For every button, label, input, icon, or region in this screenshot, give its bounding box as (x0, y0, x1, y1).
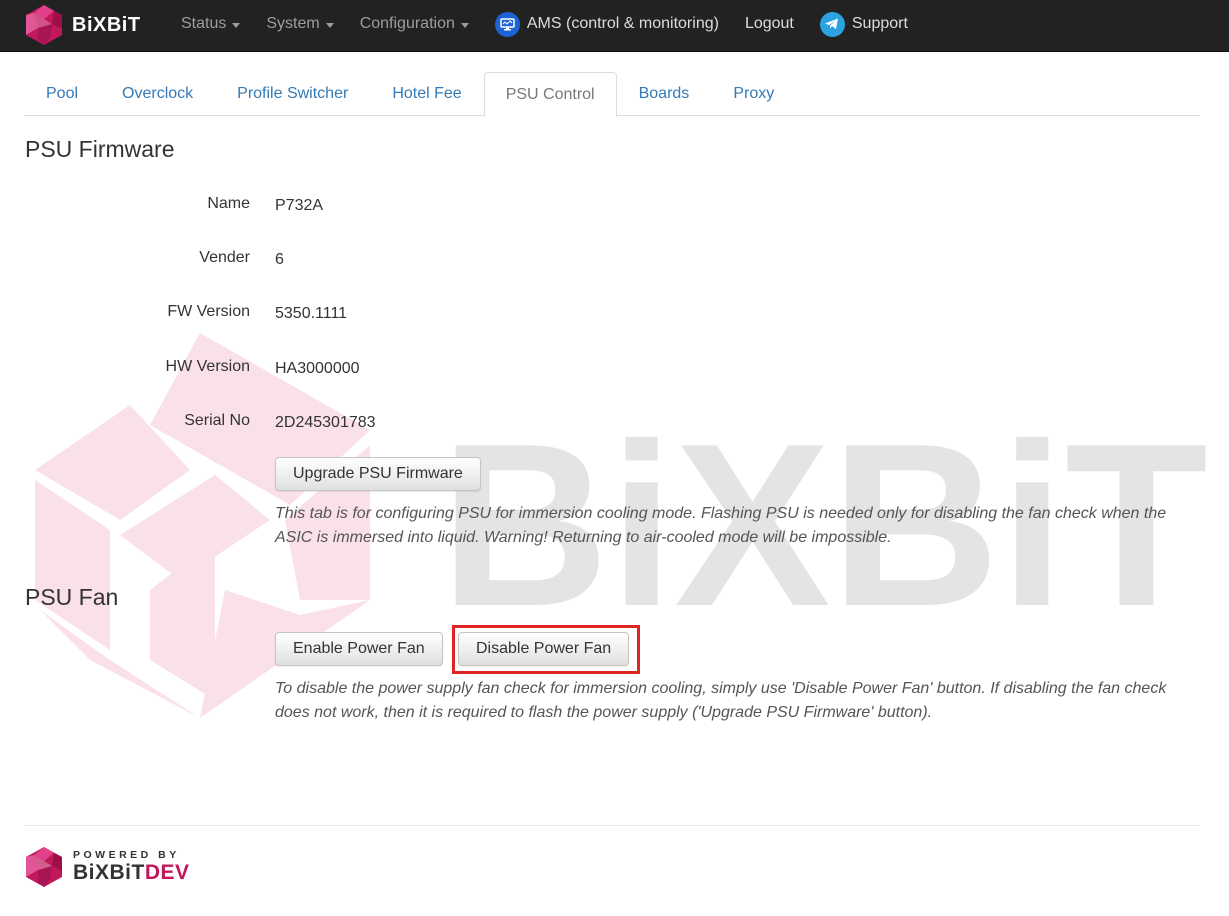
hw-version-label: HW Version (165, 358, 250, 375)
config-tabs: Pool Overclock Profile Switcher Hotel Fe… (24, 72, 1200, 117)
footer-brand-part2: DEV (144, 861, 190, 884)
tab-hotel-fee[interactable]: Hotel Fee (370, 72, 483, 116)
chevron-down-icon (232, 22, 241, 28)
telegram-icon (819, 11, 845, 37)
vender-label: Vender (199, 249, 250, 266)
menu-ams-label: AMS (control & monitoring) (526, 15, 719, 32)
fw-version-value: 5350.1111 (275, 305, 348, 322)
footer-brand-name: BiXBiTDEV (73, 861, 190, 885)
upgrade-psu-firmware-button[interactable]: Upgrade PSU Firmware (275, 457, 481, 491)
tab-overclock[interactable]: Overclock (100, 72, 215, 116)
menu-configuration[interactable]: Configuration (347, 0, 482, 48)
menu-support[interactable]: Support (807, 0, 921, 48)
psu-firmware-title: PSU Firmware (25, 136, 175, 162)
psu-fan-title: PSU Fan (25, 584, 119, 610)
tab-boards[interactable]: Boards (617, 72, 712, 116)
top-navbar: BiXBiT Status System Configuration AMS (… (0, 0, 1229, 52)
chevron-down-icon (460, 22, 469, 28)
fan-help-text: To disable the power supply fan check fo… (275, 680, 1167, 721)
menu-logout-label: Logout (744, 15, 794, 32)
name-label: Name (207, 195, 250, 212)
brand-name: BiXBiT (72, 13, 141, 36)
enable-power-fan-button[interactable]: Enable Power Fan (275, 632, 443, 666)
menu-status[interactable]: Status (168, 0, 253, 48)
chevron-down-icon (325, 22, 334, 28)
bixbit-logo-icon (26, 5, 62, 45)
menu-ams[interactable]: AMS (control & monitoring) (482, 0, 732, 48)
serial-no-value: 2D245301783 (275, 414, 376, 431)
footer-text: POWERED BY BiXBiTDEV (73, 849, 190, 885)
menu-system-label: System (266, 15, 320, 32)
menu-status-label: Status (181, 15, 227, 32)
monitor-icon (494, 11, 520, 37)
hw-version-value: HA3000000 (275, 360, 360, 377)
bixbitdev-logo-icon (26, 847, 62, 887)
fw-version-label: FW Version (167, 303, 250, 320)
main-menu: Status System Configuration AMS (control… (168, 0, 921, 48)
menu-logout[interactable]: Logout (732, 0, 807, 48)
name-value: P732A (275, 197, 324, 214)
footer-logo[interactable]: POWERED BY BiXBiTDEV (24, 845, 190, 889)
tab-proxy[interactable]: Proxy (711, 72, 796, 116)
brand-logo[interactable]: BiXBiT (24, 3, 141, 47)
firmware-help-text: This tab is for configuring PSU for imme… (275, 505, 1167, 546)
serial-no-label: Serial No (184, 412, 250, 429)
background-watermark: BiXBiT (35, 333, 1208, 718)
powered-by-label: POWERED BY (73, 849, 180, 861)
footer-divider (24, 825, 1200, 826)
vender-value: 6 (275, 251, 284, 268)
tab-psu-control[interactable]: PSU Control (483, 72, 617, 117)
footer-brand-part1: BiXBiT (73, 861, 145, 884)
menu-system[interactable]: System (253, 0, 346, 48)
menu-configuration-label: Configuration (359, 15, 455, 32)
menu-support-label: Support (851, 15, 908, 32)
tab-profile-switcher[interactable]: Profile Switcher (215, 72, 370, 116)
disable-power-fan-button[interactable]: Disable Power Fan (458, 632, 630, 666)
tab-pool[interactable]: Pool (24, 72, 100, 116)
